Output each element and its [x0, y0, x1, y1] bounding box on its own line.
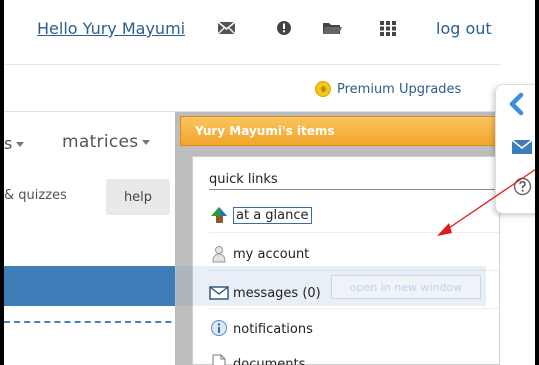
- quick-link-notifications-label: notifications: [233, 321, 313, 337]
- tab-tests-quizzes[interactable]: & quizzes: [4, 188, 67, 203]
- quick-links-divider: [209, 189, 499, 190]
- premium-upgrades-link[interactable]: Premium Upgrades: [315, 79, 461, 99]
- menu-item-matrices-label: matrices: [62, 132, 139, 152]
- quick-link-documents-label: documents: [233, 356, 306, 365]
- quick-link-my-account[interactable]: my account: [209, 243, 309, 265]
- quick-link-messages-label: messages (0): [233, 285, 321, 301]
- envelope-icon: [209, 283, 229, 303]
- quick-link-separator: [209, 232, 499, 233]
- help-button[interactable]: help: [106, 179, 170, 215]
- envelope-icon[interactable]: [216, 17, 238, 39]
- quick-link-at-a-glance[interactable]: at a glance: [209, 204, 312, 226]
- grid-icon[interactable]: [378, 17, 400, 39]
- top-navigation: Hello Yury Mayumi log out: [0, 0, 539, 64]
- quick-links-title: quick links: [209, 172, 278, 187]
- quick-link-documents[interactable]: documents: [209, 353, 305, 365]
- quick-link-at-a-glance-label: at a glance: [233, 206, 312, 224]
- help-circle-icon[interactable]: [513, 177, 532, 196]
- alert-icon[interactable]: [274, 17, 296, 39]
- coin-icon: [315, 81, 331, 97]
- quick-link-messages[interactable]: messages (0): [209, 282, 321, 304]
- quick-link-separator: [209, 308, 499, 309]
- menu-item-fragment[interactable]: s: [4, 134, 25, 153]
- items-panel-title: Yury Mayumi's items: [195, 124, 335, 138]
- items-panel-header: Yury Mayumi's items: [180, 116, 500, 146]
- chevron-down-icon: [16, 142, 25, 147]
- premium-upgrades-label: Premium Upgrades: [337, 81, 462, 97]
- screenshot-frame: Hello Yury Mayumi log out Premium Upgrad…: [0, 0, 539, 365]
- chevron-down-icon: [142, 139, 151, 145]
- greeting-link[interactable]: Hello Yury Mayumi: [37, 19, 185, 38]
- person-icon: [209, 244, 229, 264]
- right-border: [535, 0, 539, 365]
- quick-link-notifications[interactable]: notifications: [209, 318, 313, 340]
- mail-icon[interactable]: [511, 139, 533, 154]
- folder-icon[interactable]: [321, 17, 343, 39]
- chevron-left-icon[interactable]: [506, 92, 528, 116]
- open-in-new-window-button[interactable]: open in new window: [331, 275, 481, 299]
- left-border: [0, 0, 4, 365]
- quick-link-my-account-label: my account: [233, 246, 310, 262]
- topnav-divider: [4, 64, 501, 65]
- content-header-band: [4, 266, 176, 306]
- info-icon: [209, 319, 229, 339]
- document-icon: [209, 354, 229, 365]
- menu-item-fragment-label: s: [4, 134, 13, 153]
- menu-item-matrices[interactable]: matrices: [62, 132, 151, 152]
- logout-link[interactable]: log out: [436, 19, 492, 38]
- at-a-glance-icon: [209, 205, 229, 225]
